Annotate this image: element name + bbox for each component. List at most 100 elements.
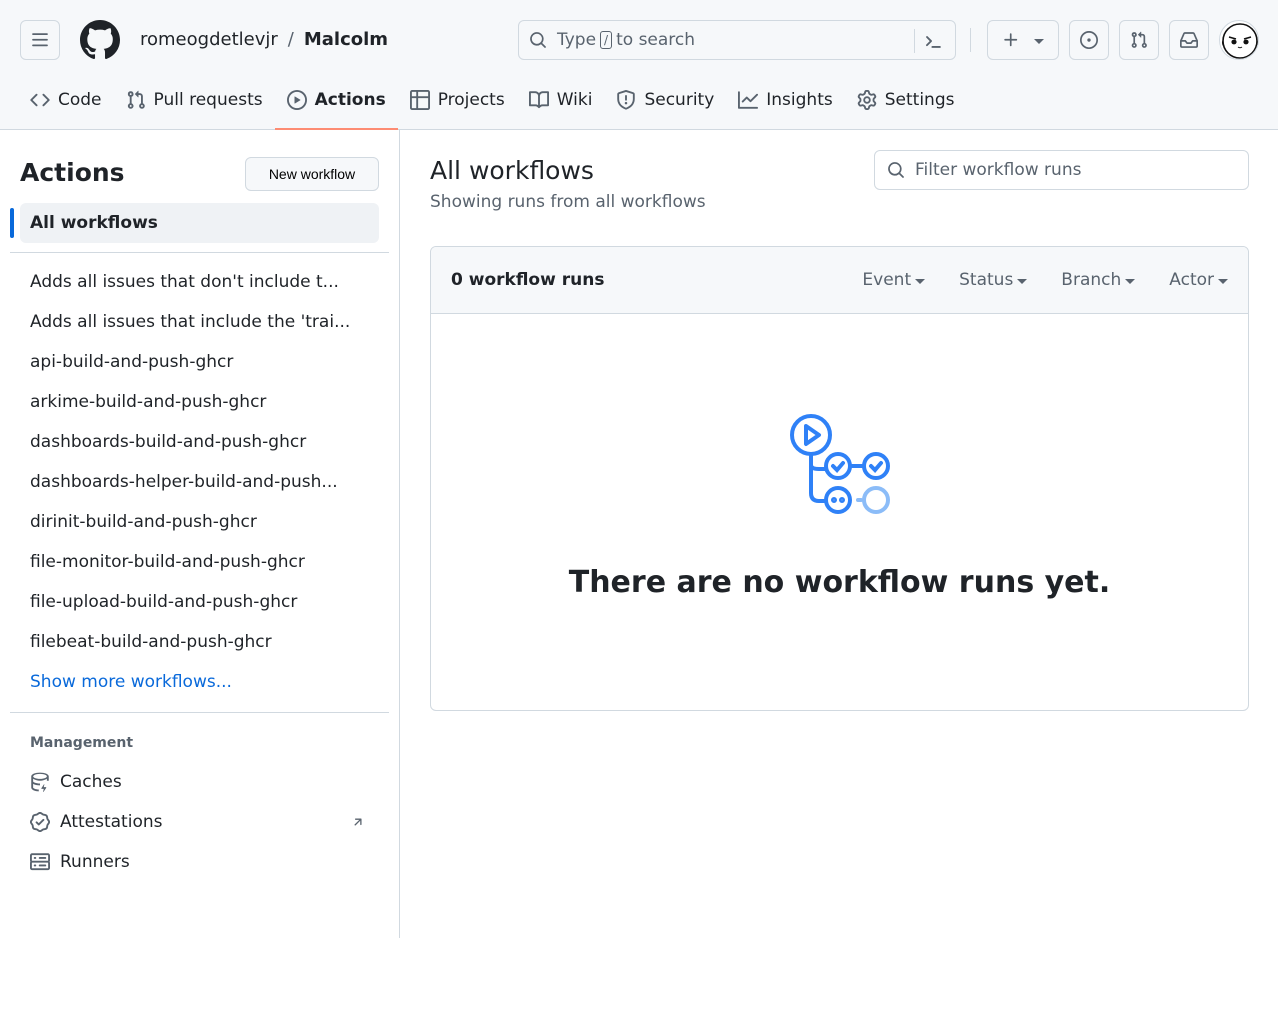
search-icon: [530, 32, 546, 48]
table-icon: [409, 90, 430, 110]
graph-icon: [738, 91, 759, 109]
management-list: Caches Attestations Runners: [20, 762, 379, 882]
empty-state-message: There are no workflow runs yet.: [568, 565, 1111, 600]
workflow-item[interactable]: dashboards-build-and-push-ghcr: [20, 422, 379, 462]
workflow-empty-state-icon: [790, 414, 890, 514]
play-icon: [286, 90, 307, 110]
workflow-item[interactable]: Adds all issues that don't include t...: [20, 262, 379, 302]
active-indicator: [10, 208, 14, 238]
git-pull-request-icon: [127, 90, 145, 109]
status-filter-dropdown[interactable]: Status: [959, 270, 1028, 290]
tab-label: Insights: [766, 90, 833, 110]
management-item-label: Caches: [60, 772, 122, 792]
tab-label: Projects: [437, 90, 505, 110]
sidebar-divider: [10, 712, 389, 713]
repo-nav-tabs: Code Pull requests Actions Projects Wiki…: [18, 80, 966, 130]
show-more-workflows-link[interactable]: Show more workflows...: [20, 662, 379, 702]
runs-header: 0 workflow runs Event Status Branch Acto…: [431, 247, 1248, 314]
sidebar-item-runners[interactable]: Runners: [20, 842, 379, 882]
app-header: romeogdetlevjr / Malcolm Type / to searc…: [0, 0, 1278, 130]
verified-icon: [30, 812, 50, 832]
global-search-input[interactable]: Type / to search: [518, 20, 956, 60]
tab-code[interactable]: Code: [18, 80, 114, 120]
filter-label: Actor: [1169, 270, 1214, 290]
tab-label: Wiki: [556, 90, 593, 110]
tab-label: Actions: [314, 90, 386, 110]
breadcrumb-owner[interactable]: romeogdetlevjr: [140, 29, 278, 50]
code-icon: [30, 93, 50, 107]
sidebar-item-attestations[interactable]: Attestations: [20, 802, 379, 842]
tab-settings[interactable]: Settings: [845, 80, 967, 120]
tab-wiki[interactable]: Wiki: [517, 80, 605, 120]
shield-icon: [617, 90, 636, 110]
filter-label: Branch: [1061, 270, 1122, 290]
search-icon: [888, 162, 904, 178]
tab-pull-requests[interactable]: Pull requests: [114, 80, 275, 120]
header-divider: [970, 28, 971, 52]
workflow-item[interactable]: arkime-build-and-push-ghcr: [20, 382, 379, 422]
database-icon: [31, 772, 49, 792]
filter-placeholder: Filter workflow runs: [915, 160, 1082, 180]
page-subtitle: Showing runs from all workflows: [430, 192, 706, 212]
search-shortcut-key: /: [600, 31, 613, 49]
github-logo-icon[interactable]: [80, 20, 120, 60]
filter-label: Status: [959, 270, 1014, 290]
search-suffix: to search: [616, 30, 696, 50]
avatar-face-icon: [1221, 23, 1258, 59]
link-external-icon: [354, 818, 362, 826]
issues-button[interactable]: [1069, 20, 1109, 60]
sidebar-item-all-workflows[interactable]: All workflows: [20, 203, 379, 243]
tab-security[interactable]: Security: [604, 80, 726, 120]
workflow-list: Adds all issues that don't include t... …: [20, 262, 379, 702]
actions-sidebar: Actions New workflow All workflows Adds …: [0, 130, 400, 938]
breadcrumb-repo[interactable]: Malcolm: [304, 29, 388, 50]
issue-opened-icon: [1080, 31, 1098, 49]
event-filter-dropdown[interactable]: Event: [862, 270, 926, 290]
hamburger-icon: [32, 33, 48, 47]
runs-count: 0 workflow runs: [451, 270, 605, 290]
tab-projects[interactable]: Projects: [398, 80, 517, 120]
workflow-item[interactable]: file-upload-build-and-push-ghcr: [20, 582, 379, 622]
workflow-item[interactable]: file-monitor-build-and-push-ghcr: [20, 542, 379, 582]
actor-filter-dropdown[interactable]: Actor: [1169, 270, 1228, 290]
chevron-down-icon: [1034, 38, 1044, 44]
sidebar-item-caches[interactable]: Caches: [20, 762, 379, 802]
sidebar-title: Actions: [20, 158, 125, 187]
create-new-button[interactable]: [987, 20, 1059, 60]
new-workflow-button[interactable]: New workflow: [245, 157, 379, 191]
tab-label: Pull requests: [153, 90, 263, 110]
inbox-button[interactable]: [1169, 20, 1209, 60]
management-heading: Management: [30, 735, 134, 751]
chevron-down-icon: [1218, 278, 1228, 284]
workflow-item[interactable]: api-build-and-push-ghcr: [20, 342, 379, 382]
workflow-item[interactable]: Adds all issues that include the 'trai..…: [20, 302, 379, 342]
command-palette-button[interactable]: [914, 29, 947, 53]
filter-label: Event: [862, 270, 912, 290]
workflow-item[interactable]: filebeat-build-and-push-ghcr: [20, 622, 379, 662]
tab-label: Code: [58, 90, 102, 110]
run-filters: Event Status Branch Actor: [862, 270, 1228, 290]
book-icon: [528, 91, 549, 109]
plus-icon: [1004, 33, 1018, 47]
breadcrumb-separator: /: [287, 29, 294, 50]
tab-label: Security: [644, 90, 715, 110]
chevron-down-icon: [915, 278, 926, 284]
filter-workflow-runs-input[interactable]: Filter workflow runs: [874, 150, 1249, 190]
branch-filter-dropdown[interactable]: Branch: [1061, 270, 1136, 290]
pull-requests-button[interactable]: [1119, 20, 1159, 60]
chevron-down-icon: [1017, 278, 1028, 284]
workflow-item[interactable]: dirinit-build-and-push-ghcr: [20, 502, 379, 542]
chevron-down-icon: [1125, 278, 1136, 284]
menu-button[interactable]: [20, 20, 60, 60]
gear-icon: [857, 90, 876, 110]
user-avatar[interactable]: [1219, 20, 1259, 60]
workflow-item[interactable]: dashboards-helper-build-and-push...: [20, 462, 379, 502]
tab-actions[interactable]: Actions: [274, 80, 398, 130]
breadcrumb: romeogdetlevjr / Malcolm: [140, 29, 388, 50]
management-item-label: Attestations: [60, 812, 163, 832]
tab-insights[interactable]: Insights: [726, 80, 844, 120]
page-title: All workflows: [430, 156, 594, 185]
inbox-icon: [1180, 32, 1198, 48]
management-item-label: Runners: [60, 852, 130, 872]
terminal-icon: [926, 36, 941, 48]
